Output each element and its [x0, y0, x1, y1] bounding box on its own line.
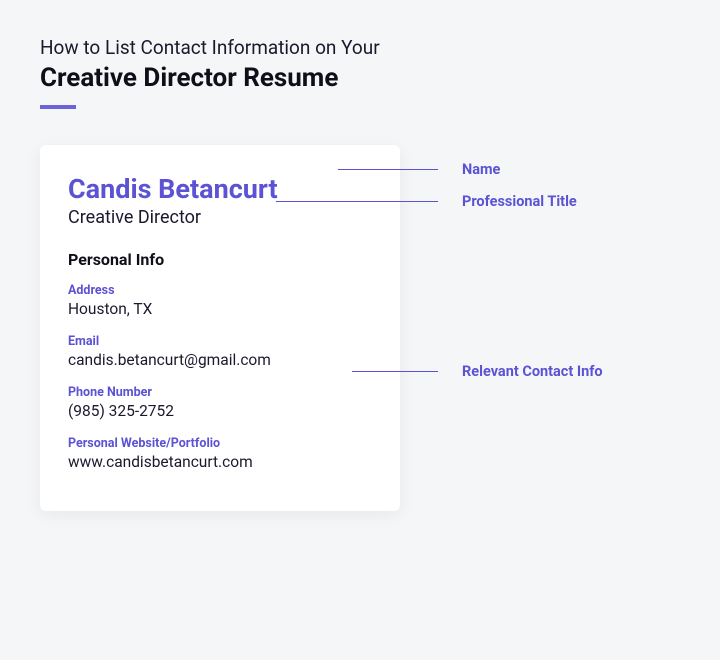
address-label: Address [68, 283, 372, 298]
resume-card: Candis Betancurt Creative Director Perso… [40, 145, 400, 511]
address-value: Houston, TX [68, 300, 372, 318]
email-value: candis.betancurt@gmail.com [68, 351, 372, 369]
annotation-contact: Relevant Contact Info [400, 363, 603, 380]
section-heading: Personal Info [68, 250, 372, 269]
resume-title: Creative Director [68, 207, 372, 228]
annotation-contact-label: Relevant Contact Info [462, 363, 603, 380]
annotation-name-label: Name [462, 161, 500, 178]
phone-value: (985) 325-2752 [68, 402, 372, 420]
annotation-line-icon [276, 201, 438, 202]
email-label: Email [68, 334, 372, 349]
annotation-line-icon [352, 371, 438, 372]
header-kicker: How to List Contact Information on Your [40, 36, 680, 59]
annotation-name: Name [400, 161, 500, 178]
website-value: www.candisbetancurt.com [68, 453, 372, 471]
annotation-line-icon [338, 169, 438, 170]
accent-underline [40, 105, 76, 109]
phone-label: Phone Number [68, 385, 372, 400]
header-title: Creative Director Resume [40, 63, 680, 93]
annotation-title-label: Professional Title [462, 193, 577, 210]
website-label: Personal Website/Portfolio [68, 436, 372, 451]
annotation-title: Professional Title [400, 193, 577, 210]
annotations: Name Professional Title Relevant Contact… [400, 145, 680, 161]
content-wrapper: Candis Betancurt Creative Director Perso… [40, 145, 680, 511]
